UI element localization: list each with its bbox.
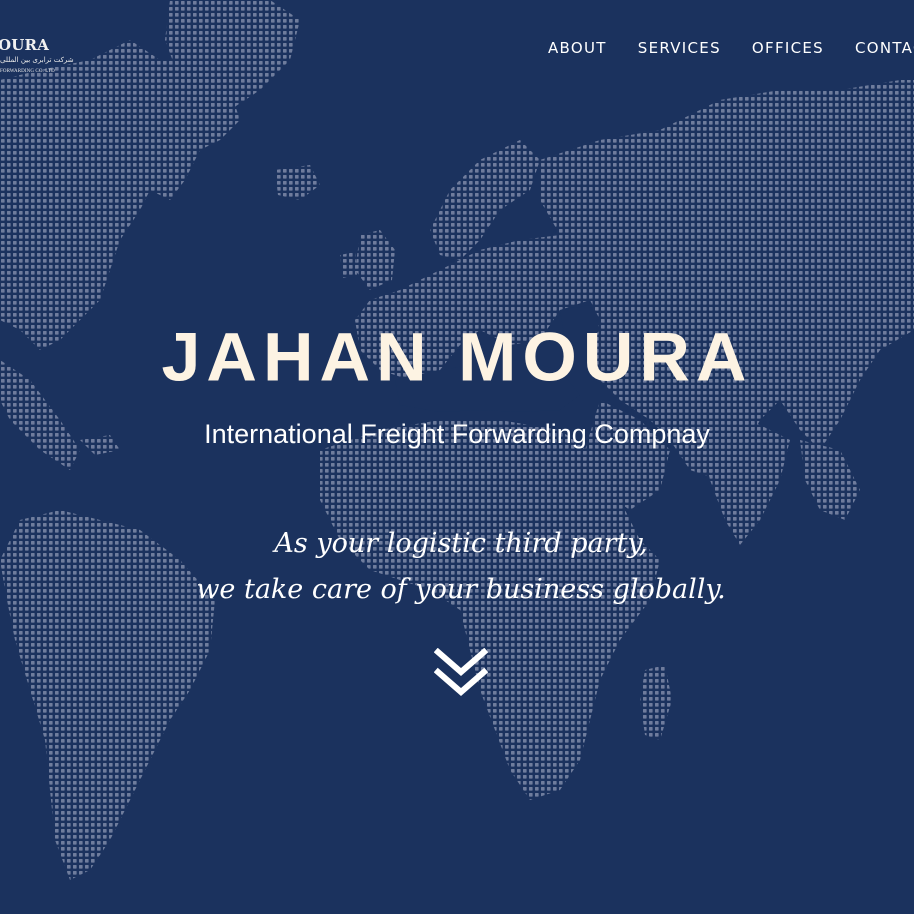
world-map-background (0, 0, 914, 880)
logo-subtitle: FORWARDING CO. LTD (0, 69, 55, 74)
tagline-line-2: we take care of your business globally. (196, 574, 726, 605)
hero-tagline: As your logistic third party, we take ca… (0, 521, 914, 613)
logo-wordmark: OURA (0, 36, 50, 54)
main-navigation: ABOUT SERVICES OFFICES CONTACT (548, 38, 914, 58)
logo-persian-text: شرکت ترابری بین المللی (0, 56, 74, 64)
nav-services[interactable]: SERVICES (638, 38, 721, 58)
nav-about[interactable]: ABOUT (548, 38, 607, 58)
nav-offices[interactable]: OFFICES (752, 38, 824, 58)
company-logo[interactable]: OURA شرکت ترابری بین المللی FORWARDING C… (0, 34, 80, 84)
double-chevron-down-icon[interactable] (433, 647, 489, 700)
nav-contact[interactable]: CONTACT (855, 38, 914, 58)
hero-title: JAHAN MOURA (161, 318, 753, 396)
tagline-line-1: As your logistic third party, (274, 528, 648, 559)
hero-subtitle: International Freight Forwarding Compnay (204, 419, 710, 449)
hero-page: OURA شرکت ترابری بین المللی FORWARDING C… (0, 0, 914, 914)
